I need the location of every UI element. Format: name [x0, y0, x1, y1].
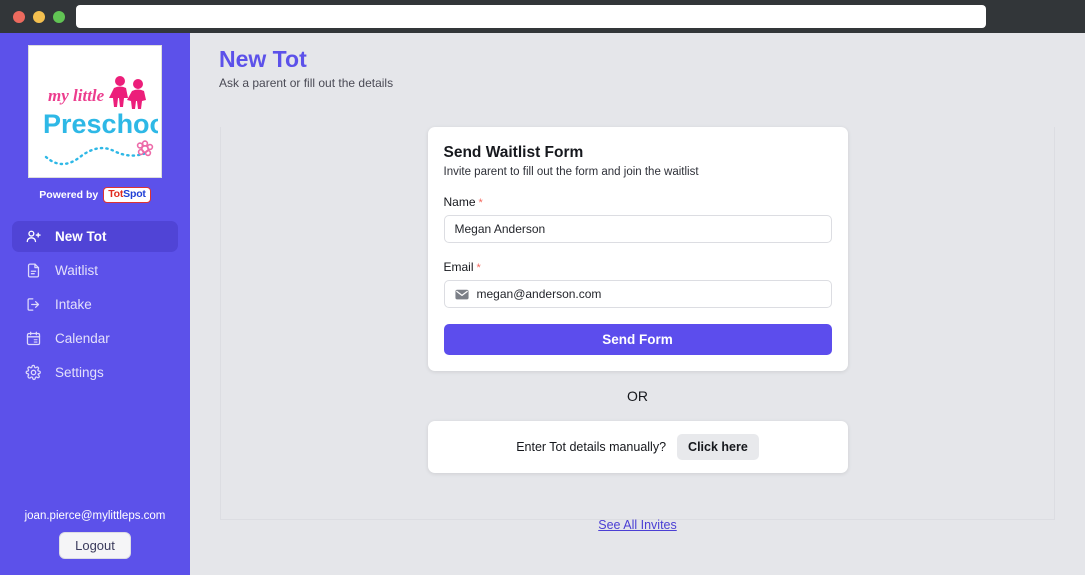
center-column: Send Waitlist Form Invite parent to fill… — [428, 127, 848, 532]
see-all-invites-link[interactable]: See All Invites — [428, 518, 848, 532]
sidebar-item-label: New Tot — [55, 229, 107, 244]
email-input-wrapper[interactable] — [444, 280, 832, 308]
name-label-text: Name — [444, 195, 476, 209]
svg-text:my little: my little — [48, 86, 105, 105]
sidebar-item-calendar[interactable]: Calendar — [12, 323, 178, 354]
maximize-window-button[interactable] — [53, 11, 65, 23]
powered-by-row: Powered by TotSpot — [39, 187, 150, 203]
window-traffic-lights — [0, 11, 76, 23]
user-email-label: joan.pierce@mylittleps.com — [25, 510, 166, 522]
totspot-brand-badge: TotSpot — [103, 187, 150, 203]
page-title: New Tot — [219, 45, 1085, 74]
sidebar-footer: joan.pierce@mylittleps.com Logout — [0, 510, 190, 559]
sidebar-item-settings[interactable]: Settings — [12, 357, 178, 388]
main-content: New Tot Ask a parent or fill out the det… — [190, 33, 1085, 575]
sidebar-nav: New Tot Waitlist — [0, 221, 190, 391]
sidebar-item-intake[interactable]: Intake — [12, 289, 178, 320]
required-asterisk: * — [477, 262, 481, 274]
sidebar-item-waitlist[interactable]: Waitlist — [12, 255, 178, 286]
email-input[interactable] — [477, 281, 821, 307]
sidebar-item-new-tot[interactable]: New Tot — [12, 221, 178, 252]
powered-by-label: Powered by — [39, 189, 98, 201]
email-field-label: Email * — [444, 260, 832, 274]
school-logo: my little Preschool — [28, 45, 162, 178]
gear-icon — [25, 364, 42, 381]
send-waitlist-form-card: Send Waitlist Form Invite parent to fill… — [428, 127, 848, 371]
document-icon — [25, 262, 42, 279]
name-input[interactable] — [455, 216, 821, 242]
sidebar-item-label: Waitlist — [55, 263, 98, 278]
sidebar: my little Preschool — [0, 33, 190, 575]
page-subtitle: Ask a parent or fill out the details — [219, 76, 1085, 90]
close-window-button[interactable] — [13, 11, 25, 23]
browser-chrome — [0, 0, 1085, 33]
preschool-logo-icon: my little Preschool — [32, 53, 158, 171]
brand-part-spot: Spot — [123, 188, 146, 200]
minimize-window-button[interactable] — [33, 11, 45, 23]
required-asterisk: * — [479, 197, 483, 209]
envelope-icon — [455, 289, 469, 300]
email-label-text: Email — [444, 260, 474, 274]
brand-part-tot: Tot — [108, 188, 123, 200]
form-card-title: Send Waitlist Form — [444, 144, 832, 162]
user-plus-icon — [25, 228, 42, 245]
name-input-wrapper[interactable] — [444, 215, 832, 243]
sidebar-item-label: Settings — [55, 365, 104, 380]
sidebar-item-label: Calendar — [55, 331, 110, 346]
content-panel: Send Waitlist Form Invite parent to fill… — [220, 127, 1055, 520]
address-bar-input[interactable] — [76, 5, 986, 28]
app-shell: my little Preschool — [0, 33, 1085, 575]
page-header: New Tot Ask a parent or fill out the det… — [190, 33, 1085, 90]
send-form-button[interactable]: Send Form — [444, 324, 832, 355]
form-card-subtitle: Invite parent to fill out the form and j… — [444, 166, 832, 178]
name-field-label: Name * — [444, 195, 832, 209]
manual-entry-prompt: Enter Tot details manually? — [516, 440, 666, 454]
manual-entry-card: Enter Tot details manually? Click here — [428, 421, 848, 473]
svg-text:Preschool: Preschool — [43, 109, 158, 139]
or-divider-label: OR — [428, 388, 848, 404]
login-arrow-icon — [25, 296, 42, 313]
logout-button[interactable]: Logout — [59, 532, 131, 559]
sidebar-item-label: Intake — [55, 297, 92, 312]
calendar-icon — [25, 330, 42, 347]
click-here-button[interactable]: Click here — [677, 434, 759, 460]
